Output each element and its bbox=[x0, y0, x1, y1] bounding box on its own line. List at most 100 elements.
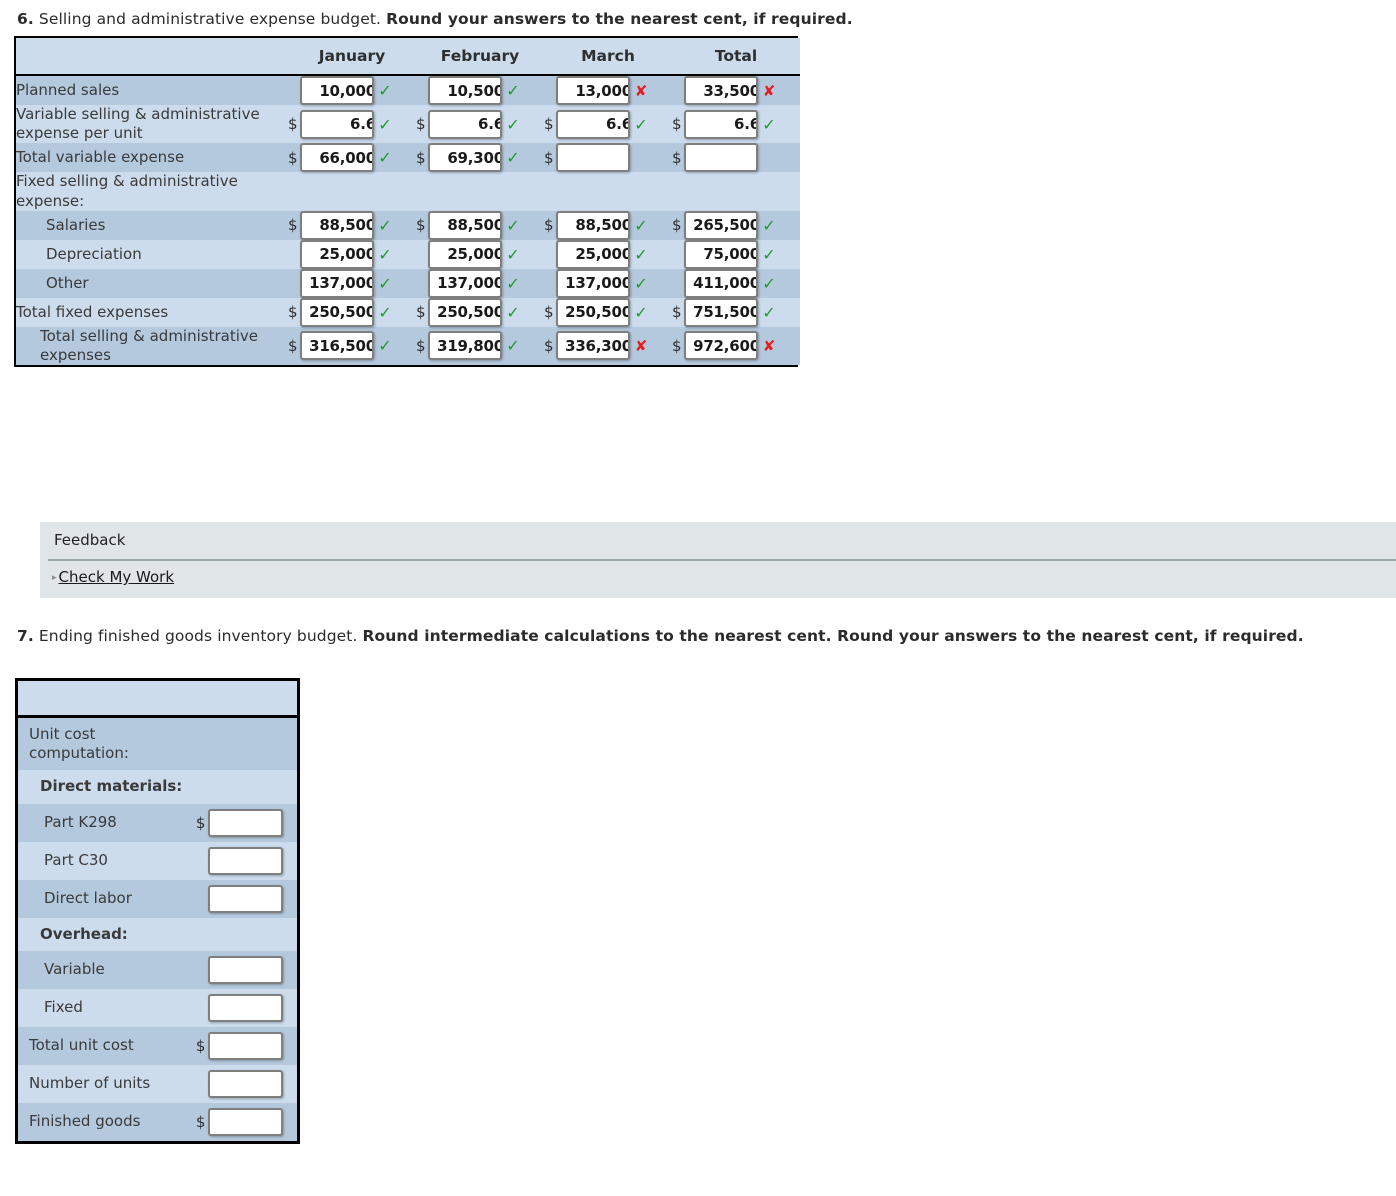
row-label: Planned sales bbox=[16, 75, 288, 105]
value-cell: $137,000✓ bbox=[544, 268, 672, 298]
answer-input[interactable]: 250,500 bbox=[300, 297, 374, 327]
value-cell bbox=[288, 172, 416, 211]
answer-value: 33,500 bbox=[703, 81, 758, 100]
answer-value: 6.6 bbox=[478, 115, 502, 134]
answer-input[interactable] bbox=[207, 1107, 283, 1136]
answer-input[interactable]: 6.6 bbox=[300, 109, 374, 139]
answer-value: 25,000 bbox=[447, 245, 502, 264]
answer-input[interactable]: 88,500 bbox=[556, 210, 630, 240]
row-label: Total fixed expenses bbox=[16, 297, 288, 327]
check-my-work-toggle[interactable]: ▸ Check My Work bbox=[52, 568, 174, 586]
list-item: Variable$ bbox=[18, 950, 297, 989]
answer-input[interactable]: 10,500 bbox=[428, 76, 502, 105]
answer-value: 6.6 bbox=[734, 115, 758, 134]
answer-input[interactable]: 88,500 bbox=[428, 210, 502, 240]
answer-input[interactable]: 10,000 bbox=[300, 76, 374, 105]
row-label: Finished goods bbox=[18, 1102, 193, 1141]
answer-input[interactable]: 137,000 bbox=[300, 268, 374, 298]
answer-input[interactable]: 751,500 bbox=[684, 297, 758, 327]
row-label: Part K298 bbox=[18, 803, 193, 842]
correct-checkmark-icon: ✓ bbox=[378, 148, 392, 168]
value-cell: $972,600 ✘ bbox=[672, 326, 800, 366]
answer-input[interactable] bbox=[207, 1069, 283, 1098]
answer-value: 137,000 bbox=[309, 274, 374, 293]
row-label: Number of units bbox=[18, 1064, 193, 1103]
value-cell: $ bbox=[672, 143, 800, 173]
answer-input[interactable]: 6.6 bbox=[556, 109, 630, 139]
correct-checkmark-icon: ✓ bbox=[634, 273, 648, 293]
table-row: Other$137,000✓$137,000✓$137,000✓$411,000… bbox=[16, 268, 800, 298]
answer-input[interactable] bbox=[207, 846, 283, 875]
answer-input[interactable]: 137,000 bbox=[428, 268, 502, 298]
correct-checkmark-icon: ✓ bbox=[378, 244, 392, 264]
answer-input[interactable]: 137,000 bbox=[556, 268, 630, 298]
dollar-sign-icon: $ bbox=[288, 115, 298, 134]
answer-input[interactable]: 6.6 bbox=[428, 109, 502, 139]
answer-value: 265,500 bbox=[693, 216, 758, 235]
row-label: Other bbox=[16, 268, 288, 298]
correct-checkmark-icon: ✓ bbox=[762, 215, 776, 235]
value-cell: $265,500 ✓ bbox=[672, 210, 800, 240]
ending-finished-goods-inventory-table: Unit cost computation: Direct materials:… bbox=[15, 678, 300, 1144]
unit-cost-header-blank-0 bbox=[18, 681, 193, 718]
table-row: Total variable expense $66,000 ✓ $69,300 ✓ $ $ bbox=[16, 143, 800, 173]
dollar-sign-icon: $ bbox=[544, 216, 554, 235]
answer-input[interactable]: 69,300 bbox=[428, 143, 502, 173]
answer-value: 411,000 bbox=[693, 274, 758, 293]
list-item: Number of units$ bbox=[18, 1064, 297, 1103]
value-cell: $ bbox=[192, 1026, 297, 1065]
value-cell: $10,000✓ bbox=[288, 75, 416, 105]
answer-input[interactable]: 265,500 bbox=[684, 210, 758, 240]
answer-input[interactable] bbox=[207, 1031, 283, 1060]
value-cell: $6.6 ✓ bbox=[672, 105, 800, 144]
answer-input[interactable] bbox=[207, 993, 283, 1022]
dollar-sign-icon: $ bbox=[544, 115, 554, 134]
unit-cost-header-blank-1 bbox=[192, 681, 297, 718]
incorrect-x-icon: ✘ bbox=[634, 336, 648, 355]
answer-input[interactable] bbox=[207, 955, 283, 984]
dollar-sign-icon: $ bbox=[416, 216, 426, 235]
selling-admin-expense-budget-table: JanuaryFebruaryMarchTotalPlanned sales$1… bbox=[14, 36, 800, 368]
dollar-sign-icon: $ bbox=[672, 115, 682, 134]
value-cell: $75,000✓ bbox=[672, 239, 800, 269]
answer-input[interactable]: 25,000 bbox=[428, 239, 502, 269]
answer-input[interactable]: 316,500 bbox=[300, 331, 374, 361]
correct-checkmark-icon: ✓ bbox=[506, 244, 520, 264]
value-cell: $250,500 ✓ bbox=[288, 297, 416, 327]
dollar-sign-icon: $ bbox=[672, 148, 682, 167]
answer-input[interactable]: 411,000 bbox=[684, 268, 758, 298]
question-6-title: Selling and administrative expense budge… bbox=[33, 10, 387, 28]
correct-checkmark-icon: ✓ bbox=[762, 273, 776, 293]
answer-input[interactable]: 25,000 bbox=[556, 239, 630, 269]
check-my-work-label[interactable]: Check My Work bbox=[59, 568, 174, 586]
value-cell: $25,000✓ bbox=[544, 239, 672, 269]
answer-input[interactable]: 250,500 bbox=[556, 297, 630, 327]
answer-input[interactable] bbox=[556, 143, 630, 173]
budget-header-total: Total bbox=[672, 38, 800, 76]
answer-input[interactable]: 33,500 bbox=[684, 76, 758, 105]
correct-checkmark-icon: ✓ bbox=[506, 336, 520, 356]
answer-input[interactable]: 88,500 bbox=[300, 210, 374, 240]
answer-input[interactable]: 250,500 bbox=[428, 297, 502, 327]
answer-input[interactable]: 972,600 bbox=[684, 331, 758, 361]
answer-input[interactable]: 66,000 bbox=[300, 143, 374, 173]
answer-input[interactable]: 336,300 bbox=[556, 331, 630, 361]
answer-input[interactable]: 13,000 bbox=[556, 76, 630, 105]
table-row: Planned sales$10,000✓$10,500✓$13,000✘$33… bbox=[16, 75, 800, 105]
row-label: Direct labor bbox=[18, 879, 193, 918]
answer-input[interactable]: 25,000 bbox=[300, 239, 374, 269]
row-label: Variable bbox=[18, 950, 193, 989]
value-cell: $ bbox=[192, 841, 297, 880]
answer-input[interactable]: 6.6 bbox=[684, 109, 758, 139]
answer-input[interactable] bbox=[684, 143, 758, 173]
dollar-sign-icon: $ bbox=[288, 303, 298, 322]
budget-header-january: January bbox=[288, 38, 416, 76]
answer-input[interactable] bbox=[207, 884, 283, 913]
list-item: Overhead: bbox=[18, 917, 297, 951]
answer-input[interactable] bbox=[207, 808, 283, 837]
answer-input[interactable]: 75,000 bbox=[684, 239, 758, 269]
answer-input[interactable]: 319,800 bbox=[428, 331, 502, 361]
correct-checkmark-icon: ✓ bbox=[378, 273, 392, 293]
correct-checkmark-icon: ✓ bbox=[634, 215, 648, 235]
question-7-number: 7. bbox=[17, 627, 34, 645]
